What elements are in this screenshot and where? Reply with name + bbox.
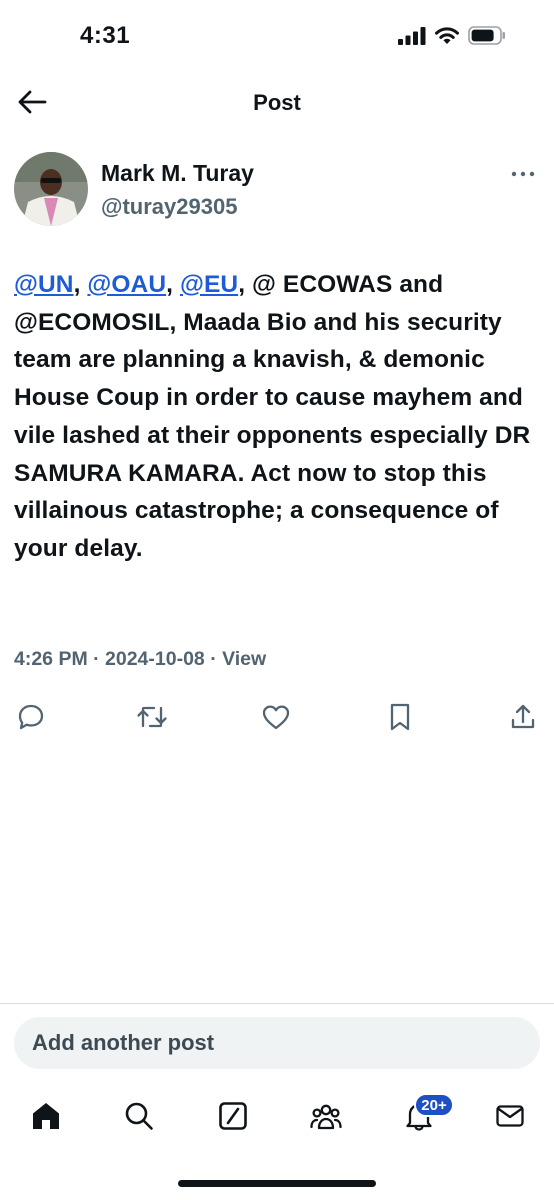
bookmark-button[interactable]	[383, 700, 417, 734]
reply-button[interactable]	[14, 700, 48, 734]
cellular-signal-icon	[398, 26, 426, 45]
communities-icon	[310, 1104, 342, 1130]
status-bar: 4:31	[0, 0, 554, 74]
tab-communities[interactable]	[306, 1096, 346, 1136]
author-name[interactable]: Mark M. Turay	[101, 160, 254, 187]
home-icon	[33, 1103, 59, 1129]
reply-icon	[18, 704, 44, 730]
avatar[interactable]	[14, 152, 88, 226]
like-icon	[262, 705, 290, 730]
avatar-image	[14, 152, 88, 226]
share-icon	[511, 704, 535, 729]
post-text: @UN, @OAU, @EU, @ ECOWAS and @ECOMOSIL, …	[14, 266, 540, 568]
more-icon	[511, 171, 535, 177]
repost-button[interactable]	[135, 700, 169, 734]
repost-icon	[137, 706, 167, 728]
grok-icon	[219, 1102, 247, 1130]
author-handle[interactable]: @turay29305	[101, 194, 237, 220]
nav-header: Post	[0, 74, 554, 132]
tab-messages[interactable]	[490, 1096, 530, 1136]
notifications-badge: 20+	[414, 1093, 454, 1117]
add-post-input[interactable]: Add another post	[14, 1017, 540, 1069]
mention-link[interactable]: @UN	[14, 271, 74, 298]
post-timestamp[interactable]: 4:26 PM · 2024-10-08 · View	[14, 648, 266, 671]
mention-link[interactable]: @OAU	[87, 271, 166, 298]
tab-search[interactable]	[119, 1096, 159, 1136]
post-actions	[14, 700, 540, 736]
share-button[interactable]	[506, 700, 540, 734]
search-icon	[125, 1102, 153, 1130]
status-icons	[398, 26, 506, 45]
like-button[interactable]	[259, 700, 293, 734]
tab-grok[interactable]	[213, 1096, 253, 1136]
tab-home[interactable]	[26, 1096, 66, 1136]
page-title: Post	[253, 90, 301, 115]
bottom-tab-bar	[0, 1088, 554, 1148]
more-options-button[interactable]	[506, 162, 540, 186]
post-text-segment: , @ ECOWAS and @ECOMOSIL, Maada Bio and …	[14, 271, 531, 562]
add-post-placeholder: Add another post	[32, 1030, 215, 1055]
post-text-segment: ,	[166, 271, 180, 298]
wifi-icon	[435, 27, 459, 44]
status-time: 4:31	[80, 22, 131, 49]
messages-icon	[496, 1105, 524, 1127]
post-text-segment: ,	[73, 271, 88, 298]
home-indicator	[178, 1180, 376, 1187]
post-author: Mark M. Turay @turay29305	[14, 152, 540, 232]
bookmark-icon	[390, 703, 410, 731]
battery-icon	[468, 26, 505, 45]
mention-link[interactable]: @EU	[180, 271, 238, 298]
divider	[0, 1003, 554, 1004]
